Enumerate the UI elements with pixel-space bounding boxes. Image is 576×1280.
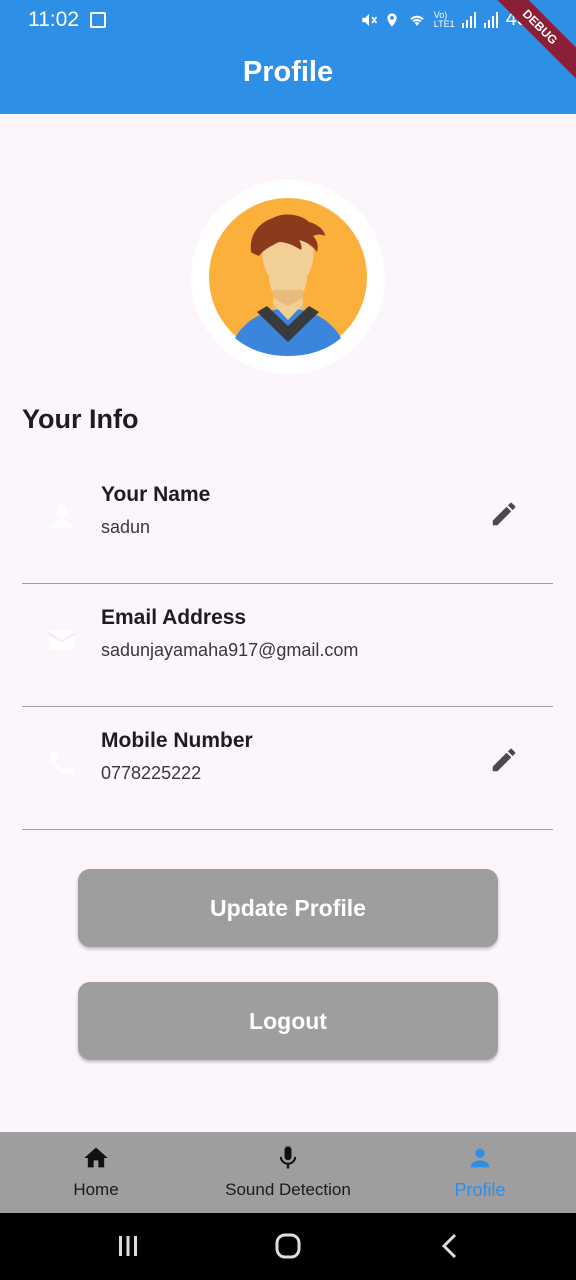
- nav-label-sound-detection: Sound Detection: [225, 1180, 351, 1199]
- avatar-illustration: [209, 198, 367, 356]
- location-icon: [387, 12, 397, 27]
- network-label: Vo) LTE1: [433, 9, 455, 29]
- bottom-navigation: Home Sound Detection Profile: [0, 1132, 576, 1213]
- status-time: 11:02: [28, 8, 79, 31]
- mute-icon: [362, 13, 377, 26]
- nav-item-profile[interactable]: Profile: [384, 1132, 576, 1213]
- person-icon: [470, 1148, 490, 1168]
- wifi-icon: [410, 15, 424, 26]
- recent-apps-icon[interactable]: [116, 1234, 140, 1258]
- nav-item-home[interactable]: Home: [0, 1132, 192, 1213]
- nav-label-home: Home: [73, 1180, 119, 1199]
- signal-icon: [461, 11, 476, 28]
- back-icon[interactable]: [438, 1233, 462, 1259]
- email-label: Email Address: [101, 606, 247, 629]
- info-row-name: Your Name sadun: [22, 461, 553, 584]
- home-icon: [84, 1147, 108, 1168]
- email-icon: [48, 630, 76, 650]
- status-bar: 11:02 Vo) LTE1 45 DEBUG: [0, 0, 576, 85]
- signal-icon-2: [483, 11, 498, 28]
- section-title: Your Info: [22, 404, 139, 434]
- page-title: Profile: [242, 56, 334, 88]
- email-value: sadunjayamaha917@gmail.com: [101, 640, 359, 660]
- system-navigation-bar: [0, 1213, 576, 1280]
- info-row-email: Email Address sadunjayamaha917@gmail.com: [22, 584, 553, 707]
- nav-label-profile: Profile: [454, 1180, 506, 1200]
- status-indicators: Vo) LTE1 45: [360, 8, 528, 31]
- info-row-mobile: Mobile Number 0778225222: [22, 707, 553, 830]
- phone-icon: [50, 751, 74, 775]
- gallery-icon: [90, 12, 106, 28]
- nav-item-sound-detection[interactable]: Sound Detection: [192, 1132, 384, 1213]
- edit-mobile-icon[interactable]: [489, 745, 519, 775]
- home-button-icon[interactable]: [275, 1233, 301, 1259]
- logout-button[interactable]: Logout: [78, 982, 498, 1060]
- update-profile-button[interactable]: Update Profile: [78, 869, 498, 947]
- name-label: Your Name: [101, 483, 211, 506]
- avatar: [191, 180, 385, 374]
- mic-icon: [279, 1146, 297, 1169]
- edit-name-icon[interactable]: [489, 499, 519, 529]
- name-value: sadun: [101, 517, 151, 537]
- mobile-value: 0778225222: [101, 763, 202, 783]
- person-icon: [51, 506, 73, 528]
- app-bar: 11:02 Vo) LTE1 45 DEBUG Profile: [0, 0, 576, 114]
- mobile-label: Mobile Number: [101, 729, 253, 752]
